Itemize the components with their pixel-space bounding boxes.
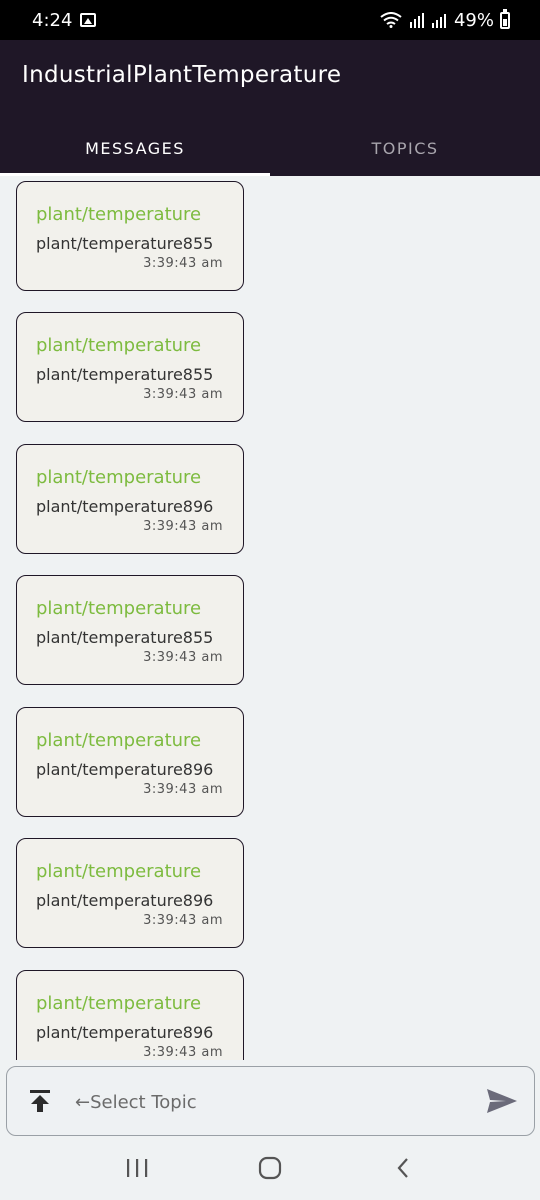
- send-icon[interactable]: [486, 1087, 518, 1119]
- message-payload: plant/temperature896: [36, 497, 214, 516]
- message-payload: plant/temperature896: [36, 760, 214, 779]
- message-topic: plant/temperature: [36, 204, 202, 225]
- message-time: 3:39:43 am: [143, 913, 223, 928]
- message-topic: plant/temperature: [36, 861, 202, 882]
- back-button[interactable]: [383, 1148, 423, 1188]
- message-topic: plant/temperature: [36, 467, 202, 488]
- tab-topics[interactable]: TOPICS: [270, 120, 540, 176]
- signal-icon: [408, 12, 448, 28]
- status-time: 4:24: [32, 9, 73, 31]
- home-icon: [258, 1156, 282, 1180]
- status-bar: 4:24 49%: [0, 0, 540, 40]
- message-time: 3:39:43 am: [143, 1045, 223, 1060]
- battery-icon: [500, 8, 510, 29]
- message-time: 3:39:43 am: [143, 782, 223, 797]
- back-icon: [397, 1158, 409, 1178]
- app-bar: IndustrialPlantTemperature MESSAGES TOPI…: [0, 40, 540, 176]
- message-card[interactable]: plant/temperature plant/temperature855 3…: [16, 181, 244, 291]
- message-card[interactable]: plant/temperature plant/temperature855 3…: [16, 312, 244, 422]
- message-list[interactable]: plant/temperature plant/temperature855 3…: [0, 176, 540, 1060]
- scroll-to-top-icon[interactable]: [29, 1089, 51, 1117]
- recent-apps-button[interactable]: [117, 1148, 157, 1188]
- message-card[interactable]: plant/temperature plant/temperature896 3…: [16, 970, 244, 1060]
- message-payload: plant/temperature855: [36, 365, 214, 384]
- message-payload: plant/temperature855: [36, 234, 214, 253]
- select-topic-input[interactable]: [75, 1087, 455, 1117]
- topic-input-bar: [6, 1066, 535, 1136]
- image-notification-icon: [80, 13, 97, 27]
- message-topic: plant/temperature: [36, 335, 202, 356]
- message-payload: plant/temperature896: [36, 1023, 214, 1042]
- tab-bar: MESSAGES TOPICS: [0, 120, 540, 176]
- message-topic: plant/temperature: [36, 993, 202, 1014]
- message-topic: plant/temperature: [36, 730, 202, 751]
- message-card[interactable]: plant/temperature plant/temperature896 3…: [16, 444, 244, 554]
- battery-percent: 49%: [453, 9, 494, 31]
- wifi-icon: [380, 12, 402, 28]
- message-card[interactable]: plant/temperature plant/temperature896 3…: [16, 838, 244, 948]
- message-payload: plant/temperature855: [36, 628, 214, 647]
- message-card[interactable]: plant/temperature plant/temperature896 3…: [16, 707, 244, 817]
- recent-apps-icon: [126, 1159, 147, 1177]
- message-time: 3:39:43 am: [143, 256, 223, 271]
- message-time: 3:39:43 am: [143, 387, 223, 402]
- message-time: 3:39:43 am: [143, 519, 223, 534]
- home-button[interactable]: [250, 1148, 290, 1188]
- tab-messages[interactable]: MESSAGES: [0, 120, 270, 176]
- message-topic: plant/temperature: [36, 598, 202, 619]
- app-title: IndustrialPlantTemperature: [22, 62, 342, 88]
- message-time: 3:39:43 am: [143, 650, 223, 665]
- system-nav-bar: [0, 1136, 540, 1200]
- message-payload: plant/temperature896: [36, 891, 214, 910]
- message-card[interactable]: plant/temperature plant/temperature855 3…: [16, 575, 244, 685]
